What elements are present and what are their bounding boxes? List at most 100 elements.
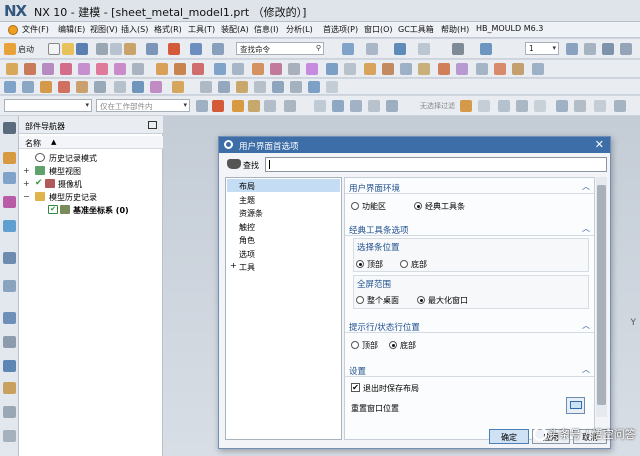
checkbox-icon[interactable]: ✔ xyxy=(48,205,58,214)
new-file-icon[interactable] xyxy=(48,43,60,55)
menu-window[interactable]: 窗口(O) xyxy=(364,24,393,35)
edge-blend-icon[interactable] xyxy=(252,63,264,75)
start-menu[interactable]: 启动 xyxy=(18,44,34,55)
tree-item-model-views[interactable]: + 模型视图 xyxy=(23,165,159,177)
trim-icon[interactable] xyxy=(614,100,626,112)
type-filter-select[interactable]: ▾ xyxy=(4,99,92,112)
menu-file[interactable]: 文件(F) xyxy=(22,24,49,35)
navigator-column-header[interactable]: 名称 ▲ xyxy=(19,136,163,149)
menu-hb-mould[interactable]: HB_MOULD M6.3 xyxy=(476,24,543,33)
cut-icon[interactable] xyxy=(96,43,108,55)
sew-icon[interactable] xyxy=(438,63,450,75)
datum-plane-icon[interactable] xyxy=(214,63,226,75)
radio-prompt-bottom[interactable] xyxy=(389,341,397,349)
close-icon[interactable]: ✕ xyxy=(595,138,604,151)
collapse-icon[interactable]: ︿ xyxy=(582,320,590,331)
select-icon[interactable] xyxy=(22,81,34,93)
background-icon[interactable] xyxy=(452,43,464,55)
view-icon[interactable] xyxy=(394,43,406,55)
arc-snap-icon[interactable] xyxy=(498,100,510,112)
constraint-navigator-icon[interactable] xyxy=(3,196,16,208)
category-roles[interactable]: 角色 xyxy=(227,233,340,246)
expand-icon[interactable]: + xyxy=(23,166,30,175)
feature-icon[interactable] xyxy=(114,81,126,93)
snap-center-icon[interactable] xyxy=(264,100,276,112)
extrude-icon[interactable] xyxy=(24,63,36,75)
subtract-icon[interactable] xyxy=(174,63,186,75)
ok-button[interactable]: 确定 xyxy=(489,429,529,444)
text-icon[interactable] xyxy=(326,81,338,93)
collapse-icon[interactable]: ︿ xyxy=(582,223,590,234)
collapse-icon[interactable]: ︿ xyxy=(582,364,590,375)
undo-icon[interactable] xyxy=(146,43,158,55)
save-icon[interactable] xyxy=(76,43,88,55)
delete-icon[interactable] xyxy=(168,43,180,55)
tree-item-cameras[interactable]: + ✔ 摄像机 xyxy=(23,178,159,190)
menu-help[interactable]: 帮助(H) xyxy=(441,24,469,35)
group-settings[interactable]: 设置 ︿ xyxy=(345,363,594,377)
move-layer-icon[interactable] xyxy=(566,43,578,55)
dialog-title-bar[interactable]: 用户界面首选项 ✕ xyxy=(219,137,610,153)
menu-format[interactable]: 格式(R) xyxy=(154,24,182,35)
document-icon[interactable] xyxy=(3,280,16,292)
menu-preferences[interactable]: 首选项(P) xyxy=(323,24,358,35)
snap-on-icon[interactable] xyxy=(460,100,472,112)
open-file-icon[interactable] xyxy=(62,43,74,55)
part-navigator-icon[interactable] xyxy=(3,152,16,164)
curve-icon[interactable] xyxy=(200,81,212,93)
line-snap-icon[interactable] xyxy=(516,100,528,112)
mirror-icon[interactable] xyxy=(344,63,356,75)
scale-body-icon[interactable] xyxy=(418,63,430,75)
layer-select[interactable]: 1 ▾ xyxy=(525,42,559,55)
collapse-icon[interactable]: ︿ xyxy=(582,181,590,192)
body-icon[interactable] xyxy=(94,81,106,93)
snap-off-icon[interactable] xyxy=(478,100,490,112)
assembly-navigator-icon[interactable] xyxy=(3,172,16,184)
offset-face-icon[interactable] xyxy=(400,63,412,75)
pad-icon[interactable] xyxy=(114,63,126,75)
scrollbar-thumb[interactable] xyxy=(597,185,606,405)
sheet-metal-icon[interactable] xyxy=(476,63,488,75)
system-scenes-icon[interactable] xyxy=(3,430,16,442)
radio-position-top[interactable] xyxy=(356,260,364,268)
snap-point-icon[interactable] xyxy=(332,100,344,112)
find-input[interactable] xyxy=(265,157,607,172)
flat-pattern-icon[interactable] xyxy=(532,63,544,75)
layer-settings-icon[interactable] xyxy=(602,43,614,55)
category-options[interactable]: 选项 xyxy=(227,247,340,260)
draft-icon[interactable] xyxy=(306,63,318,75)
render-style-icon[interactable] xyxy=(342,43,354,55)
datum-axis-icon[interactable] xyxy=(232,63,244,75)
roles-icon[interactable] xyxy=(3,406,16,418)
radio-ribbon[interactable] xyxy=(351,202,359,210)
unbend-icon[interactable] xyxy=(512,63,524,75)
tree-item-model-history[interactable]: − 模型历史记录 xyxy=(23,191,159,203)
expand-icon[interactable]: + xyxy=(230,261,237,270)
reset-window-button[interactable] xyxy=(566,397,585,414)
layer-icon[interactable] xyxy=(480,43,492,55)
reuse-library-icon[interactable] xyxy=(3,220,16,232)
polygon-icon[interactable] xyxy=(308,81,320,93)
snap-midpoint-icon[interactable] xyxy=(248,100,260,112)
repeat-command-icon[interactable] xyxy=(190,43,202,55)
group-prompt-status-position[interactable]: 提示行/状态行位置 ︿ xyxy=(345,319,594,333)
radio-position-bottom[interactable] xyxy=(400,260,408,268)
group-ui-environment[interactable]: 用户界面环境 ︿ xyxy=(345,180,594,194)
chamfer-icon[interactable] xyxy=(270,63,282,75)
snap-curve-icon[interactable] xyxy=(350,100,362,112)
menu-gc-toolbox[interactable]: GC工具箱 xyxy=(398,24,434,35)
paste-icon[interactable] xyxy=(124,43,136,55)
rect-snap-icon[interactable] xyxy=(534,100,546,112)
category-theme[interactable]: 主题 xyxy=(227,193,340,206)
shell-icon[interactable] xyxy=(288,63,300,75)
trim-body-icon[interactable] xyxy=(364,63,376,75)
circle-icon[interactable] xyxy=(290,81,302,93)
layer-visible-icon[interactable] xyxy=(620,43,632,55)
orient-view-icon[interactable] xyxy=(366,43,378,55)
tree-item-history-mode[interactable]: 历史记录模式 xyxy=(23,152,159,164)
split-body-icon[interactable] xyxy=(382,63,394,75)
gear-icon[interactable] xyxy=(3,122,16,134)
save-layout-checkbox[interactable]: ✔ xyxy=(351,383,360,392)
ellipse-icon[interactable] xyxy=(574,100,586,112)
snap-intersection-icon[interactable] xyxy=(314,100,326,112)
